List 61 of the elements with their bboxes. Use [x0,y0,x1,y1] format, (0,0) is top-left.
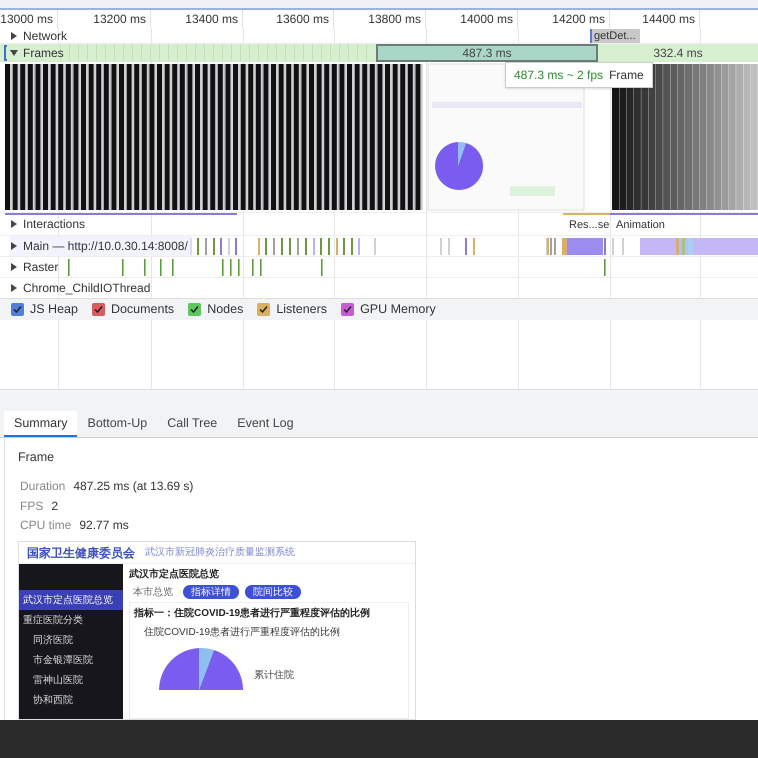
expand-icon[interactable] [10,220,18,228]
sidebar-item[interactable]: 同济医院 [19,630,123,650]
time-tick: 13000 ms [0,11,53,28]
legend-label: GPU Memory [360,301,436,318]
sidebar-item[interactable]: 武汉市定点医院总览 [19,590,123,610]
time-tick: 14200 ms [552,11,605,28]
panel-tab[interactable]: Bottom-Up [77,411,158,437]
expand-icon[interactable] [10,32,18,40]
sidebar-item[interactable]: 重症医院分类 [19,610,123,630]
frame-label: Frame [609,67,644,84]
legend-checkbox[interactable] [341,303,354,316]
expand-icon[interactable] [10,284,18,292]
table-cell-text: 累计住院 [254,668,294,684]
field-label: Duration [20,478,66,496]
legend-label: Documents [110,301,174,318]
page-heading: 武汉市定点医院总览 [129,567,220,582]
field-label: CPU time [20,517,72,534]
field-value: 487.25 ms (at 13.69 s) [73,478,194,496]
legend-checkbox[interactable] [92,303,105,316]
track-label[interactable]: Interactions [23,215,86,233]
sidebar-item[interactable]: 协和西院 [19,690,123,710]
frame-bar[interactable]: 487.3 ms [376,44,598,62]
frame-duration: 487.3 ms ~ 2 fps [514,67,604,84]
track-label[interactable]: Frames [23,44,64,62]
track-label[interactable]: Network [23,26,68,44]
view-button[interactable]: 指标详情 [183,585,239,600]
track-label[interactable]: Chrome_ChildIOThread [23,279,150,297]
expand-icon[interactable] [10,263,18,271]
sidebar-item[interactable]: 市金银潭医院 [19,650,123,670]
legend-checkbox[interactable] [188,303,202,316]
chart-title: 住院COVID-19患者进行严重程度评估的比例 [143,626,342,640]
panel-tab[interactable]: Event Log [227,411,304,437]
time-tick: 13400 ms [185,11,238,28]
legend-label: Listeners [276,301,328,318]
legend-checkbox[interactable] [11,303,24,316]
indicator-title: 指标一：住院COVID-19患者进行严重程度评估的比例 [134,606,372,622]
system-name: 武汉市新冠肺炎治疗质量监测系统 [145,546,295,560]
legend-label: Nodes [207,301,244,318]
field-value: 92.77 ms [79,517,129,534]
panel-tab[interactable]: Call Tree [157,411,228,437]
time-tick: 14000 ms [460,11,513,28]
expand-icon[interactable] [10,242,18,250]
track-label[interactable]: Raster [23,258,58,276]
collapse-icon[interactable] [10,49,18,57]
sidebar-item[interactable]: 雷神山医院 [19,670,123,690]
time-tick: 14400 ms [642,11,695,28]
time-tick: 13800 ms [368,11,421,28]
legend-checkbox[interactable] [257,303,270,316]
view-button[interactable]: 院间比较 [245,585,301,600]
interaction-event[interactable]: Res...se [563,213,610,235]
legend-label: JS Heap [30,301,78,318]
network-request-bar[interactable]: getDet... [590,29,640,43]
field-label: FPS [20,498,44,515]
interaction-event[interactable]: Animation [610,213,758,235]
time-tick: 13200 ms [93,11,146,28]
time-tick: 13600 ms [276,11,329,28]
panel-tab[interactable]: Summary [4,411,78,437]
view-button[interactable]: 本市总览 [129,585,177,600]
summary-title: Frame [18,449,56,466]
field-value: 2 [51,498,58,515]
site-title: 国家卫生健康委员会 [27,544,135,562]
